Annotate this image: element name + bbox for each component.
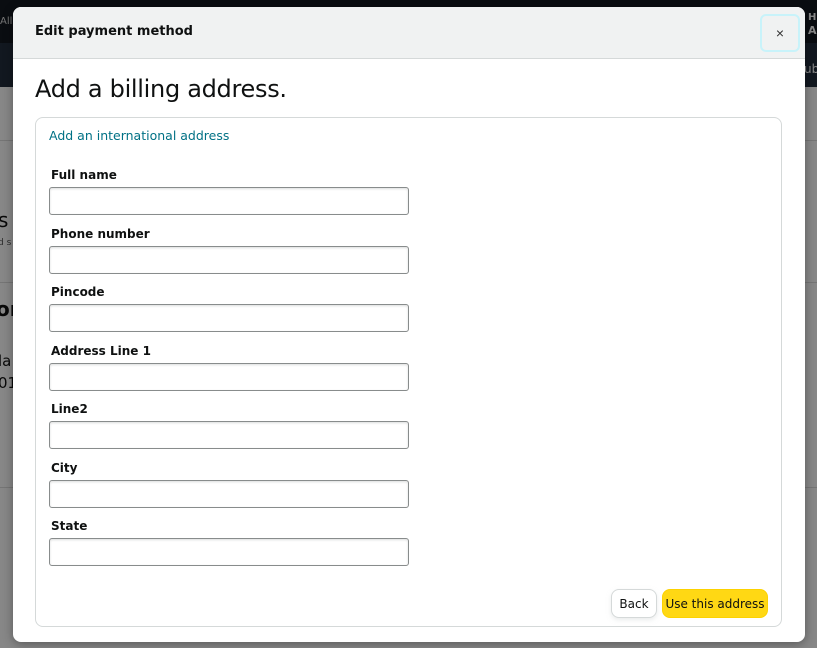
use-this-address-button[interactable]: Use this address (662, 589, 768, 618)
city-field: City (49, 461, 409, 508)
close-button[interactable]: × (760, 14, 800, 52)
address-line-1-label: Address Line 1 (51, 344, 151, 358)
address-line-2-label: Line2 (51, 402, 88, 416)
address-line-1-field: Address Line 1 (49, 344, 409, 391)
pincode-input[interactable] (49, 304, 409, 332)
page-heading: Add a billing address. (35, 75, 287, 103)
pincode-label: Pincode (51, 285, 105, 299)
address-form-card: Add an international address Full name P… (35, 117, 782, 627)
address-line-2-input[interactable] (49, 421, 409, 449)
phone-number-field: Phone number (49, 227, 409, 274)
phone-number-input[interactable] (49, 246, 409, 274)
close-icon: × (775, 25, 785, 41)
state-label: State (51, 519, 88, 533)
city-label: City (51, 461, 78, 475)
modal-header: Edit payment method × (13, 7, 805, 59)
edit-payment-modal: Edit payment method × Add a billing addr… (13, 7, 805, 642)
state-field: State (49, 519, 409, 566)
address-line-1-input[interactable] (49, 363, 409, 391)
phone-number-label: Phone number (51, 227, 150, 241)
modal-title: Edit payment method (35, 24, 193, 39)
add-international-address-link[interactable]: Add an international address (49, 128, 229, 143)
state-input[interactable] (49, 538, 409, 566)
full-name-label: Full name (51, 168, 117, 182)
back-button[interactable]: Back (611, 589, 657, 618)
city-input[interactable] (49, 480, 409, 508)
address-line-2-field: Line2 (49, 402, 409, 449)
full-name-input[interactable] (49, 187, 409, 215)
full-name-field: Full name (49, 168, 409, 215)
pincode-field: Pincode (49, 285, 409, 332)
